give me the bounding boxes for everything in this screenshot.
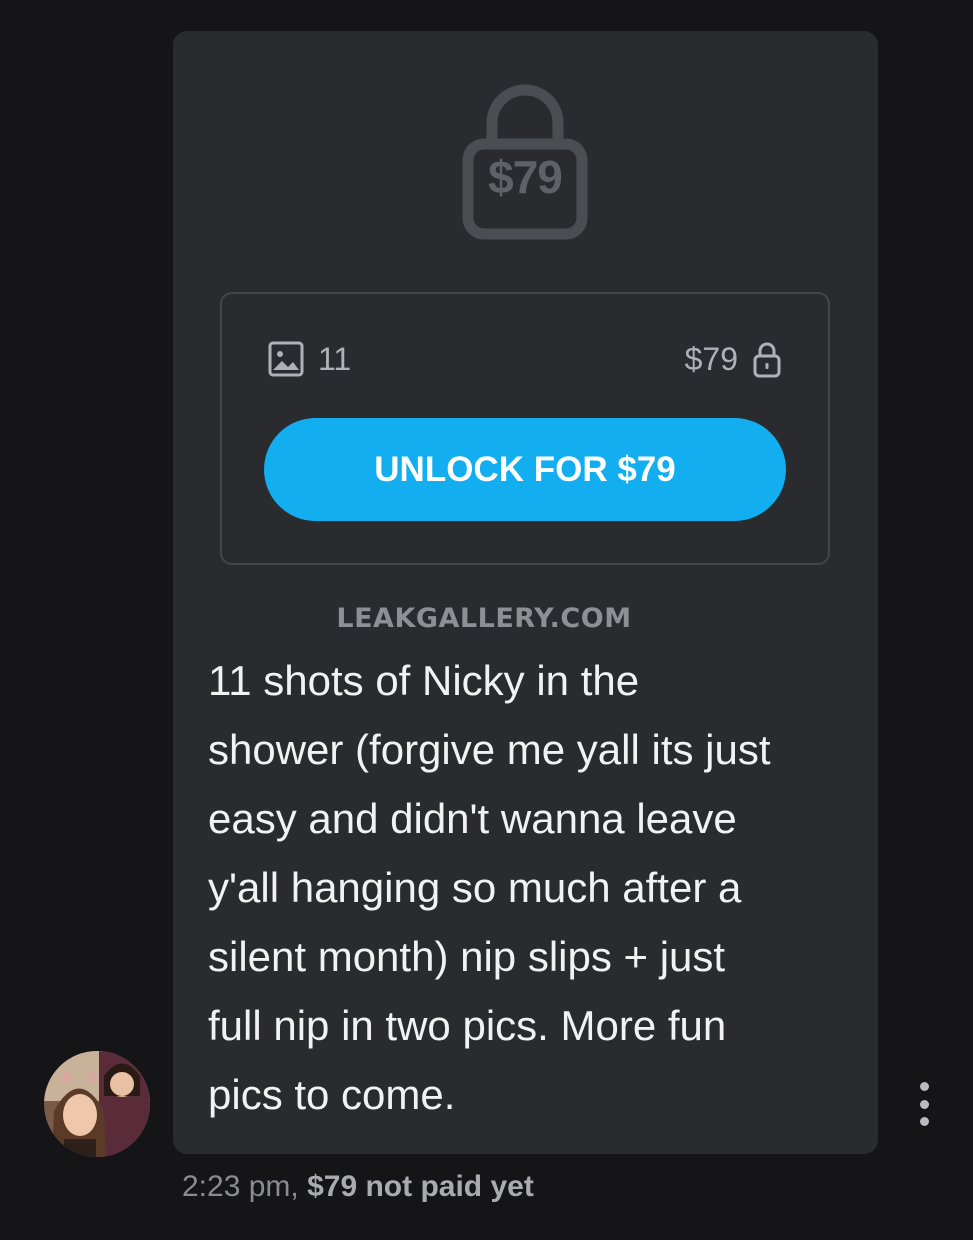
message-time: 2:23 pm, [182,1170,299,1203]
media-count-value: 11 [318,340,352,377]
unlock-button[interactable]: UNLOCK FOR $79 [264,418,786,521]
image-icon [268,341,304,377]
avatar[interactable] [44,1051,150,1157]
message-caption: 11 shots of Nicky in the shower (forgive… [208,657,771,1118]
avatar-image [44,1051,150,1157]
media-price: $79 [685,340,782,378]
more-options-icon[interactable] [910,1082,938,1126]
more-options-dot [919,1099,929,1109]
more-options-dot [919,1082,929,1091]
locked-price-label: $79 [488,151,563,203]
media-count: 11 [268,340,351,378]
payment-status: $79 not paid yet [307,1170,534,1203]
more-options-dot [919,1117,929,1126]
chat-screen: $79 11 $79 UNLOCK FOR $79 LEAKGALLERY.CO… [0,0,973,1240]
media-price-value: $79 [684,340,738,377]
small-lock-icon [753,342,781,378]
message-meta: 2:23 pm, $79 not paid yet [182,1170,534,1204]
watermark: LEAKGALLERY.COM [336,603,632,634]
